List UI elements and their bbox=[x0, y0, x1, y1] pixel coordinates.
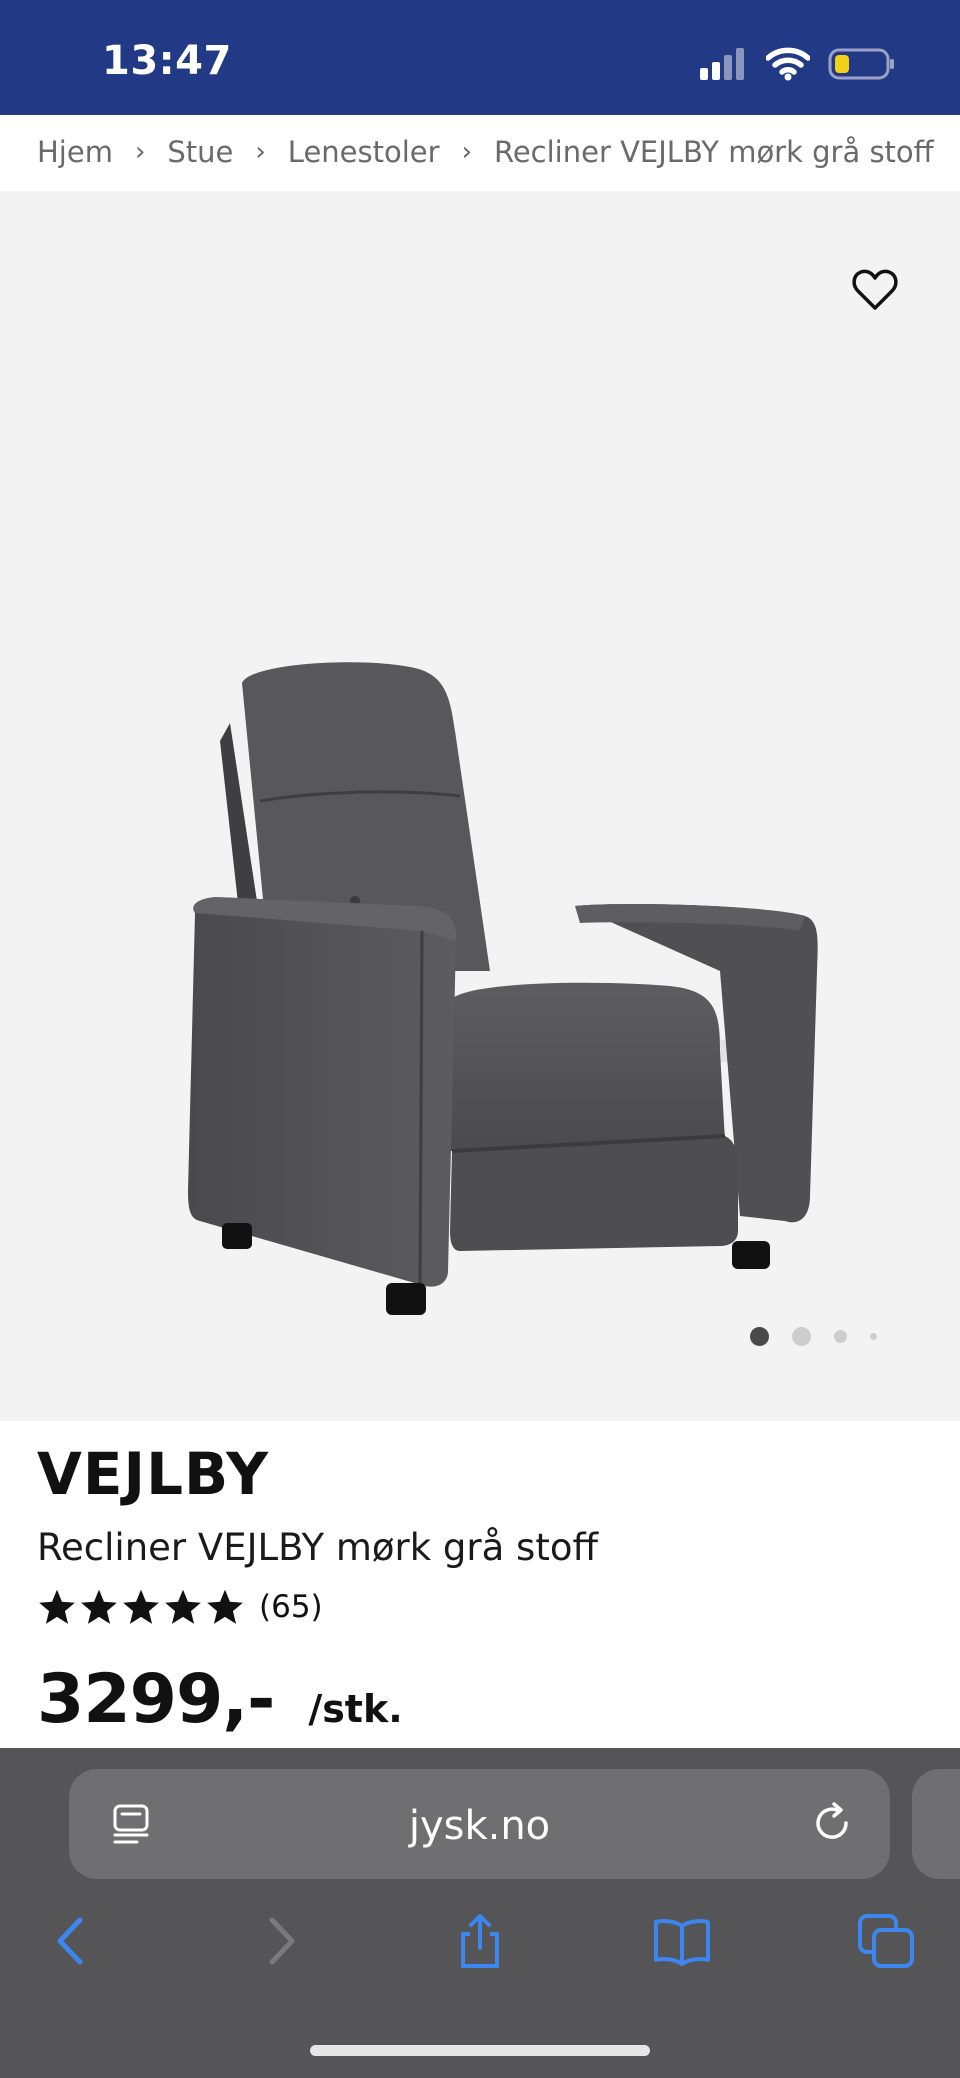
star-icon bbox=[165, 1589, 201, 1624]
product-brand: VEJLBY bbox=[37, 1440, 270, 1508]
cellular-signal-icon bbox=[700, 48, 744, 80]
breadcrumb-separator: › bbox=[255, 137, 266, 167]
pagination-dot[interactable] bbox=[792, 1327, 811, 1346]
breadcrumb-item-current: Recliner VEJLBY mørk grå stoff bbox=[493, 135, 934, 169]
next-tab-preview[interactable] bbox=[912, 1769, 960, 1879]
breadcrumb: Hjem › Stue › Lenestoler › Recliner VEJL… bbox=[37, 112, 937, 192]
review-count[interactable]: (65) bbox=[259, 1589, 323, 1625]
price-unit: /stk. bbox=[308, 1687, 403, 1731]
home-indicator bbox=[310, 2045, 650, 2056]
status-bar: 13:47 bbox=[0, 0, 960, 115]
status-time: 13:47 bbox=[102, 38, 232, 84]
star-icon bbox=[39, 1589, 75, 1624]
status-icons bbox=[700, 44, 896, 84]
breadcrumb-separator: › bbox=[461, 137, 472, 167]
back-icon[interactable] bbox=[42, 1910, 104, 1972]
browser-chrome: jysk.no bbox=[0, 1748, 960, 2078]
breadcrumb-item-lenestoler[interactable]: Lenestoler bbox=[288, 135, 440, 169]
bookmarks-icon[interactable] bbox=[651, 1910, 713, 1972]
pagination-dot[interactable] bbox=[834, 1330, 847, 1343]
breadcrumb-item-stue[interactable]: Stue bbox=[167, 135, 233, 169]
heart-outline-icon[interactable] bbox=[850, 265, 900, 315]
star-icon bbox=[207, 1589, 243, 1624]
product-gallery[interactable] bbox=[0, 191, 960, 1421]
product-price: 3299,- bbox=[37, 1660, 275, 1739]
battery-icon bbox=[828, 48, 894, 80]
star-icon bbox=[81, 1589, 117, 1624]
chair-product-image bbox=[188, 662, 818, 1315]
product-title: Recliner VEJLBY mørk grå stoff bbox=[37, 1526, 598, 1569]
rating-stars bbox=[37, 1588, 245, 1626]
price-row: 3299,- /stk. bbox=[37, 1660, 403, 1739]
breadcrumb-item-home[interactable]: Hjem bbox=[37, 135, 113, 169]
breadcrumb-separator: › bbox=[134, 137, 146, 167]
tabs-icon[interactable] bbox=[856, 1910, 918, 1972]
gallery-pagination[interactable] bbox=[750, 1327, 900, 1346]
share-icon[interactable] bbox=[449, 1910, 511, 1972]
address-bar[interactable]: jysk.no bbox=[69, 1769, 890, 1879]
pagination-dot[interactable] bbox=[870, 1333, 877, 1340]
reload-icon[interactable] bbox=[808, 1799, 856, 1847]
wifi-icon bbox=[766, 47, 810, 81]
url-text[interactable]: jysk.no bbox=[69, 1803, 890, 1849]
star-icon bbox=[123, 1589, 159, 1624]
product-rating[interactable]: (65) bbox=[37, 1588, 323, 1626]
pagination-dot-active[interactable] bbox=[750, 1327, 769, 1346]
forward-icon[interactable] bbox=[248, 1910, 310, 1972]
